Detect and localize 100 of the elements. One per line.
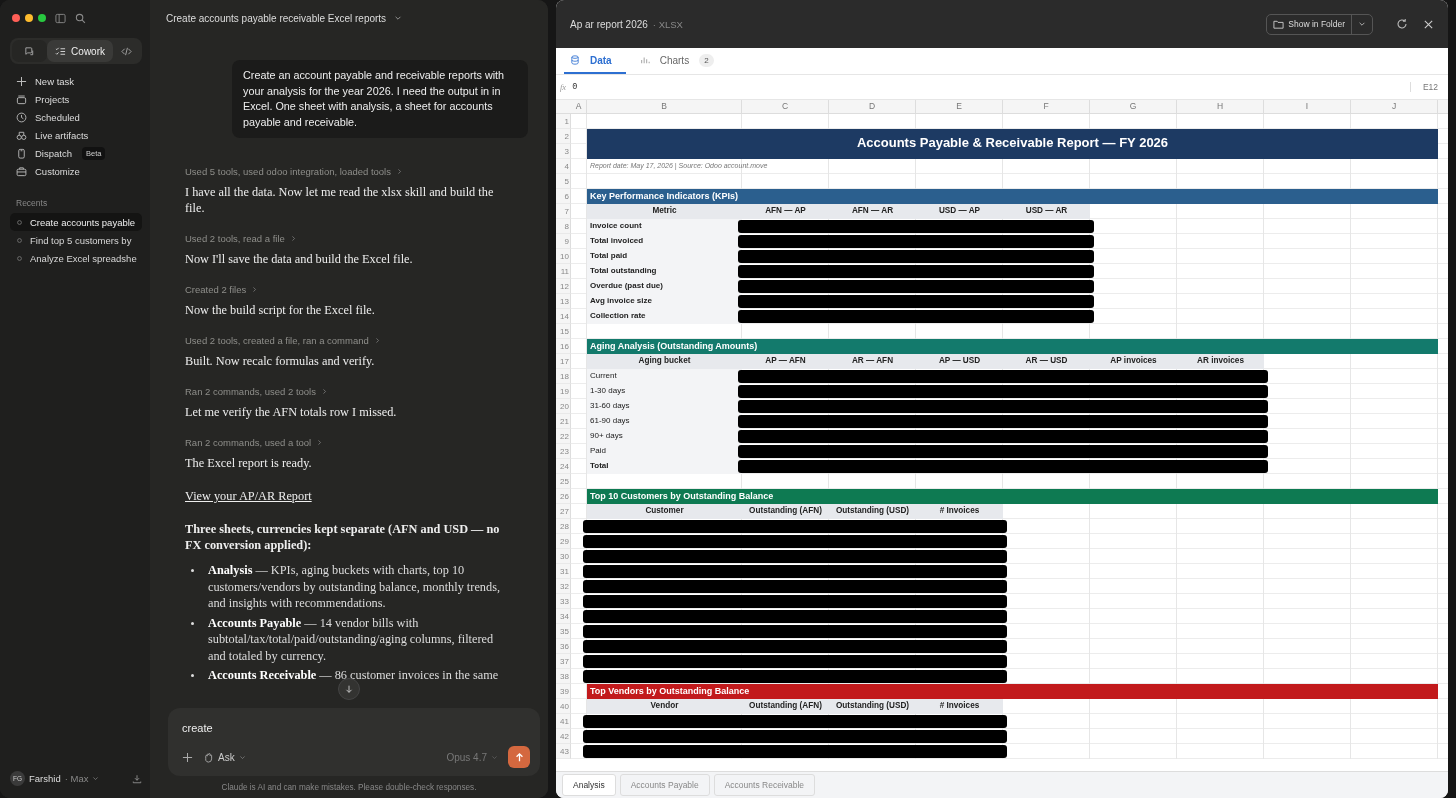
chevron-right-icon[interactable]: [251, 286, 259, 293]
chevron-right-icon[interactable]: [373, 337, 381, 344]
nav-item[interactable]: New task: [10, 72, 142, 90]
row-number[interactable]: 23: [556, 444, 571, 459]
chat-tab[interactable]: [12, 40, 48, 62]
tool-summary[interactable]: Created 2 files: [185, 284, 247, 295]
row-number[interactable]: 13: [556, 294, 571, 309]
row-number[interactable]: 1: [556, 114, 571, 129]
nav-item[interactable]: Scheduled: [10, 108, 142, 126]
chevron-down-icon[interactable]: [394, 14, 403, 22]
minimize-window-button[interactable]: [25, 14, 33, 22]
row-number[interactable]: 5: [556, 174, 571, 189]
row-number[interactable]: 19: [556, 384, 571, 399]
sidebar-toggle-icon[interactable]: [55, 12, 66, 24]
tool-summary[interactable]: Used 2 tools, read a file: [185, 233, 285, 244]
row-number[interactable]: 33: [556, 594, 571, 609]
tool-summary[interactable]: Used 5 tools, used odoo integration, loaded tools: [185, 166, 391, 177]
column-letter[interactable]: J: [1351, 100, 1438, 113]
recent-task[interactable]: Analyze Excel spreadshe: [10, 249, 142, 267]
row-number[interactable]: 10: [556, 249, 571, 264]
row-number[interactable]: 9: [556, 234, 571, 249]
send-button[interactable]: [508, 746, 530, 768]
row-number[interactable]: 17: [556, 354, 571, 369]
chevron-right-icon[interactable]: [320, 388, 328, 395]
refresh-icon[interactable]: [1396, 18, 1408, 30]
row-number[interactable]: 41: [556, 714, 571, 729]
column-letter[interactable]: I: [1264, 100, 1351, 113]
row-number[interactable]: 24: [556, 459, 571, 474]
message-input[interactable]: create: [182, 722, 530, 734]
column-letter[interactable]: D: [829, 100, 916, 113]
row-number[interactable]: 3: [556, 144, 571, 159]
tool-summary[interactable]: Ran 2 commands, used 2 tools: [185, 386, 316, 397]
close-icon[interactable]: [1423, 18, 1434, 30]
column-letter[interactable]: C: [742, 100, 829, 113]
row-number[interactable]: 8: [556, 219, 571, 234]
tool-summary[interactable]: Used 2 tools, created a file, ran a command: [185, 335, 369, 346]
column-letter[interactable]: B: [587, 100, 742, 113]
row-number[interactable]: 32: [556, 579, 571, 594]
nav-item[interactable]: Live artifacts: [10, 126, 142, 144]
tool-summary[interactable]: Ran 2 commands, used a tool: [185, 437, 312, 448]
row-number[interactable]: 39: [556, 684, 571, 699]
row-number[interactable]: 25: [556, 474, 571, 489]
column-letter[interactable]: A: [571, 100, 587, 113]
row-number[interactable]: 20: [556, 399, 571, 414]
scroll-down-button[interactable]: [338, 678, 360, 700]
nav-item[interactable]: Projects: [10, 90, 142, 108]
conversation-title[interactable]: Create accounts payable receivable Excel reports: [166, 12, 387, 24]
row-number[interactable]: 6: [556, 189, 571, 204]
column-letter[interactable]: G: [1090, 100, 1177, 113]
row-number[interactable]: 27: [556, 504, 571, 519]
column-letter[interactable]: E: [916, 100, 1003, 113]
charts-tab[interactable]: Charts 2: [633, 48, 728, 74]
row-number[interactable]: 14: [556, 309, 571, 324]
zoom-window-button[interactable]: [38, 14, 46, 22]
model-dropdown[interactable]: Opus 4.7: [446, 751, 498, 763]
chevron-right-icon[interactable]: [289, 235, 297, 242]
row-number[interactable]: 34: [556, 609, 571, 624]
row-number[interactable]: 12: [556, 279, 571, 294]
row-number[interactable]: 18: [556, 369, 571, 384]
data-tab[interactable]: Data: [564, 48, 626, 74]
row-number[interactable]: 2: [556, 129, 571, 144]
row-number[interactable]: 37: [556, 654, 571, 669]
sheet-tab[interactable]: Accounts Receivable: [713, 774, 816, 796]
close-window-button[interactable]: [12, 14, 20, 22]
user-name[interactable]: Farshid: [29, 773, 61, 784]
cowork-tab[interactable]: Cowork: [47, 40, 113, 62]
sheet-tab[interactable]: Analysis: [562, 774, 616, 796]
column-letter[interactable]: H: [1177, 100, 1264, 113]
row-number[interactable]: 22: [556, 429, 571, 444]
chevron-right-icon[interactable]: [396, 168, 403, 175]
row-number[interactable]: 30: [556, 549, 571, 564]
formula-value[interactable]: 0: [572, 82, 578, 92]
row-number[interactable]: 42: [556, 729, 571, 744]
report-link[interactable]: View your AP/AR Report: [185, 489, 312, 503]
row-number[interactable]: 38: [556, 669, 571, 684]
row-number[interactable]: 29: [556, 534, 571, 549]
plus-icon[interactable]: [182, 751, 193, 763]
nav-item[interactable]: Customize: [10, 162, 142, 180]
mode-dropdown[interactable]: Ask: [203, 751, 246, 763]
row-number[interactable]: 43: [556, 744, 571, 759]
row-number[interactable]: 16: [556, 339, 571, 354]
sheet-tab[interactable]: Accounts Payable: [619, 774, 710, 796]
column-letter[interactable]: F: [1003, 100, 1090, 113]
row-number[interactable]: 35: [556, 624, 571, 639]
row-number[interactable]: 26: [556, 489, 571, 504]
search-icon[interactable]: [75, 12, 86, 24]
row-number[interactable]: 11: [556, 264, 571, 279]
row-number[interactable]: 4: [556, 159, 571, 174]
row-number[interactable]: 28: [556, 519, 571, 534]
row-number[interactable]: 36: [556, 639, 571, 654]
recent-task[interactable]: Find top 5 customers by: [10, 231, 142, 249]
row-number[interactable]: 21: [556, 414, 571, 429]
recent-task[interactable]: Create accounts payable: [10, 213, 142, 231]
row-number[interactable]: 7: [556, 204, 571, 219]
chevron-right-icon[interactable]: [316, 439, 324, 446]
chevron-down-icon[interactable]: [92, 775, 100, 782]
row-number[interactable]: 31: [556, 564, 571, 579]
download-icon[interactable]: [132, 773, 142, 784]
row-number[interactable]: 40: [556, 699, 571, 714]
row-number[interactable]: 15: [556, 324, 571, 339]
